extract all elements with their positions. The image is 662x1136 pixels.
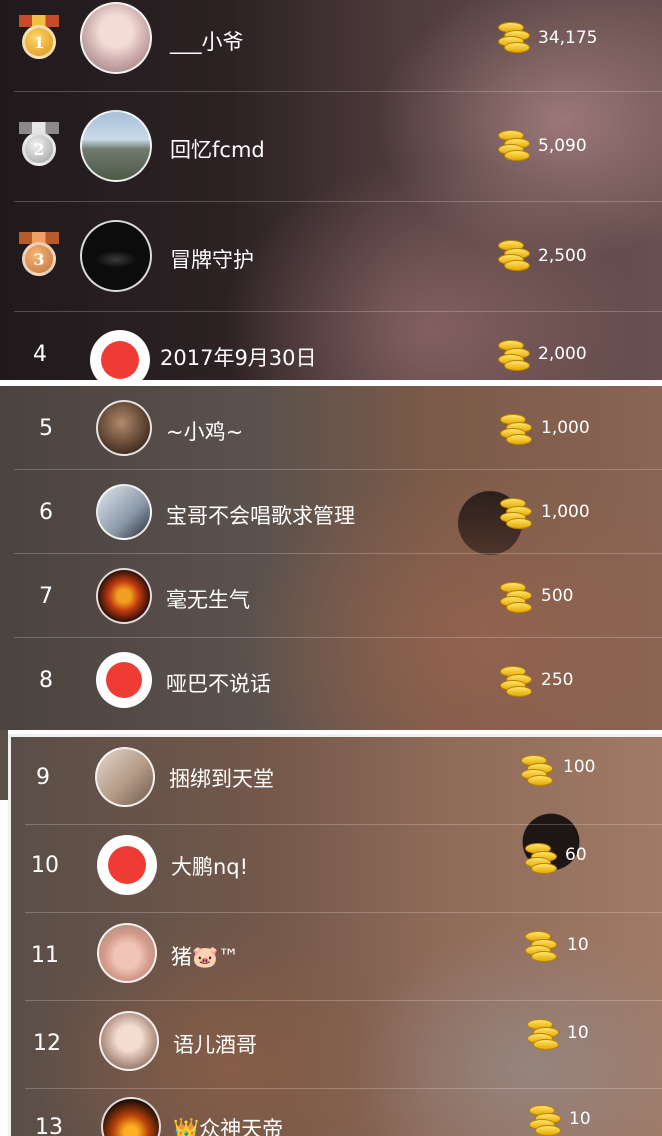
coin-amount: 10 xyxy=(567,935,589,955)
coin-amount: 1,000 xyxy=(541,502,590,522)
leaderboard-row-3[interactable]: 3 冒牌守护 2,500 xyxy=(0,202,662,312)
leaderboard-row-4[interactable]: 4 2017年9月30日 2,000 xyxy=(0,312,662,380)
leaderboard-panel-top: 1 ___小爷 34,175 2 回忆fcmd 5,090 3 冒牌守护 2,5… xyxy=(0,0,662,380)
leaderboard-row-13[interactable]: 13 👑众神天帝 10 xyxy=(11,1089,662,1136)
user-name: 宝哥不会唱歌求管理 xyxy=(166,504,355,528)
coin-amount: 5,090 xyxy=(538,136,587,156)
user-name: ___小爷 xyxy=(170,30,244,54)
app-logo-icon xyxy=(108,846,146,884)
rank-number: 6 xyxy=(39,500,53,525)
silver-medal-icon: 2 xyxy=(19,122,59,174)
user-name: 毫无生气 xyxy=(166,588,250,612)
rank-number: 10 xyxy=(31,853,59,878)
rank-number: 9 xyxy=(36,765,50,790)
leaderboard-row-11[interactable]: 11 猪🐷™ 10 xyxy=(11,913,662,1001)
avatar[interactable] xyxy=(97,835,157,895)
leaderboard-panel-middle: 5 ~小鸡~ 1,000 6 宝哥不会唱歌求管理 1,000 7 毫无生气 50… xyxy=(0,386,662,730)
coin-amount: 2,500 xyxy=(538,246,587,266)
coin-stack-icon xyxy=(498,128,530,162)
leaderboard-row-2[interactable]: 2 回忆fcmd 5,090 xyxy=(0,92,662,202)
coin-stack-icon xyxy=(500,664,532,698)
avatar[interactable] xyxy=(80,110,152,182)
coin-stack-icon xyxy=(500,580,532,614)
coin-stack-icon xyxy=(525,929,557,963)
leaderboard-row-8[interactable]: 8 哑巴不说话 250 xyxy=(0,638,662,722)
coin-amount: 60 xyxy=(565,845,587,865)
avatar[interactable] xyxy=(99,1011,159,1071)
coin-stack-icon xyxy=(500,496,532,530)
coin-stack-icon xyxy=(498,20,530,54)
leaderboard-row-9[interactable]: 9 捆绑到天堂 100 xyxy=(11,737,662,825)
user-name: 冒牌守护 xyxy=(170,248,254,272)
user-name: 猪🐷™ xyxy=(171,945,240,969)
leaderboard-panel-bottom: 9 捆绑到天堂 100 10 大鹏nq! 60 11 猪🐷™ 10 12 语儿酒… xyxy=(8,734,662,1136)
leaderboard-row-5[interactable]: 5 ~小鸡~ 1,000 xyxy=(0,386,662,470)
leaderboard-row-6[interactable]: 6 宝哥不会唱歌求管理 1,000 xyxy=(0,470,662,554)
avatar[interactable] xyxy=(90,330,150,380)
avatar[interactable] xyxy=(96,400,152,456)
avatar[interactable] xyxy=(96,652,152,708)
rank-number: 7 xyxy=(39,584,53,609)
coin-amount: 500 xyxy=(541,586,574,606)
avatar[interactable] xyxy=(80,2,152,74)
rank-number: 8 xyxy=(39,668,53,693)
avatar[interactable] xyxy=(101,1097,161,1136)
coin-stack-icon xyxy=(500,412,532,446)
rank-number: 2 xyxy=(33,139,45,159)
coin-stack-icon xyxy=(498,338,530,372)
user-name: ~小鸡~ xyxy=(166,420,244,444)
leaderboard-row-1[interactable]: 1 ___小爷 34,175 xyxy=(0,0,662,92)
user-name: 👑众神天帝 xyxy=(173,1117,284,1136)
app-logo-icon xyxy=(101,341,139,379)
rank-number: 3 xyxy=(33,249,45,269)
rank-number: 1 xyxy=(33,32,45,52)
avatar[interactable] xyxy=(97,923,157,983)
coin-amount: 1,000 xyxy=(541,418,590,438)
avatar[interactable] xyxy=(95,747,155,807)
leaderboard-row-12[interactable]: 12 语儿酒哥 10 xyxy=(11,1001,662,1089)
coin-stack-icon xyxy=(527,1017,559,1051)
user-name: 大鹏nq! xyxy=(171,855,249,879)
coin-amount: 100 xyxy=(563,757,596,777)
coin-amount: 2,000 xyxy=(538,344,587,364)
rank-number: 4 xyxy=(33,342,47,367)
coin-amount: 10 xyxy=(569,1109,591,1129)
rank-number: 13 xyxy=(35,1115,63,1136)
coin-stack-icon xyxy=(498,238,530,272)
rank-number: 12 xyxy=(33,1031,61,1056)
user-name: 捆绑到天堂 xyxy=(169,767,274,791)
coin-amount: 34,175 xyxy=(538,28,598,48)
coin-amount: 10 xyxy=(567,1023,589,1043)
avatar[interactable] xyxy=(96,568,152,624)
bronze-medal-icon: 3 xyxy=(19,232,59,284)
user-name: 2017年9月30日 xyxy=(160,346,317,370)
coin-stack-icon xyxy=(525,841,557,875)
gold-medal-icon: 1 xyxy=(19,15,59,67)
user-name: 哑巴不说话 xyxy=(166,672,271,696)
app-logo-icon xyxy=(106,662,142,698)
background-strip xyxy=(0,730,8,800)
coin-amount: 250 xyxy=(541,670,574,690)
leaderboard-row-10[interactable]: 10 大鹏nq! 60 xyxy=(11,825,662,913)
rank-number: 5 xyxy=(39,416,53,441)
coin-stack-icon xyxy=(521,753,553,787)
avatar[interactable] xyxy=(80,220,152,292)
coin-stack-icon xyxy=(529,1103,561,1136)
leaderboard-row-7[interactable]: 7 毫无生气 500 xyxy=(0,554,662,638)
rank-number: 11 xyxy=(31,943,59,968)
user-name: 回忆fcmd xyxy=(170,138,265,162)
user-name: 语儿酒哥 xyxy=(173,1033,257,1057)
avatar[interactable] xyxy=(96,484,152,540)
